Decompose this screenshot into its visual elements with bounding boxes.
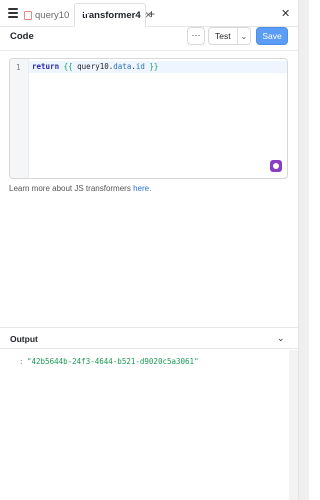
side-rail (298, 0, 309, 500)
divider (0, 50, 298, 51)
code-object: query10 (77, 62, 109, 71)
code-editor[interactable]: 1 return {{ query10.data.id }} (9, 58, 288, 179)
code-open-brace: {{ (63, 62, 73, 71)
close-panel-icon[interactable]: ✕ (281, 7, 290, 20)
file-icon (24, 10, 32, 20)
output-colon: : (19, 357, 24, 366)
chevron-down-icon[interactable]: ⌄ (277, 333, 285, 344)
help-suffix: . (149, 184, 152, 193)
tab-transformer4[interactable]: transformer4 ✕ (74, 3, 152, 27)
output-scrollbar[interactable] (289, 350, 298, 500)
more-options-button[interactable]: ··· (187, 27, 205, 45)
code-property: data (113, 62, 132, 71)
tab-label: query10 (35, 9, 70, 21)
code-property: id (135, 62, 145, 71)
tab-label: transformer4 (82, 9, 141, 21)
tab-query10[interactable]: query10 (24, 3, 71, 27)
output-value: "42b5644b-24f3-4644-b521-d9020c5a3061" (27, 357, 199, 366)
help-text: Learn more about JS transformers here. (9, 184, 151, 193)
tab-bar: query10 transformer4 ✕ + ✕ (0, 0, 298, 27)
add-tab-icon[interactable]: + (148, 7, 155, 21)
test-button-group: Test ⌄ (208, 27, 251, 45)
help-prefix: Learn more about JS transformers (9, 184, 134, 193)
code-keyword: return (32, 62, 60, 71)
transformer-panel: query10 transformer4 ✕ + ✕ Code ··· Test… (0, 0, 298, 500)
save-button[interactable]: Save (256, 27, 288, 45)
hamburger-menu-icon[interactable] (8, 8, 18, 18)
output-panel: : "42b5644b-24f3-4644-b521-d9020c5a3061" (0, 350, 298, 500)
code-line[interactable]: return {{ query10.data.id }} (29, 61, 287, 73)
code-close-brace: }} (149, 62, 159, 71)
output-header[interactable]: Output ⌄ (0, 327, 298, 349)
code-section-title: Code (10, 31, 34, 42)
chevron-down-icon[interactable]: ⌄ (238, 32, 250, 41)
ai-assist-icon[interactable] (270, 160, 282, 172)
code-toolbar: Code ··· Test ⌄ Save (0, 27, 298, 49)
help-link[interactable]: here (133, 184, 149, 193)
editor-gutter: 1 (10, 59, 29, 178)
line-number: 1 (16, 63, 21, 72)
output-title: Output (10, 334, 38, 344)
test-button[interactable]: Test (209, 28, 238, 44)
